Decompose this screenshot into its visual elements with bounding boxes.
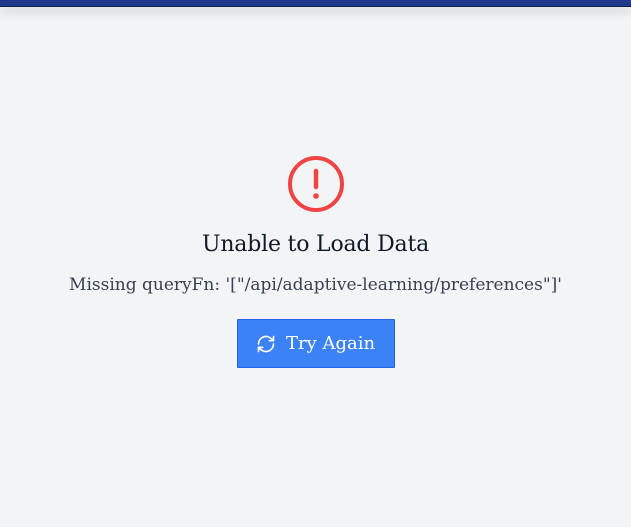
refresh-icon (257, 335, 275, 352)
top-bar (0, 0, 631, 7)
error-message: Missing queryFn: '["/api/adaptive-learni… (69, 275, 562, 295)
alert-circle-icon (287, 156, 344, 212)
try-again-label: Try Again (285, 333, 376, 354)
error-title: Unable to Load Data (202, 232, 429, 257)
try-again-button[interactable]: Try Again (236, 319, 395, 368)
error-panel: Unable to Load Data Missing queryFn: '["… (0, 155, 631, 368)
page: Unable to Load Data Missing queryFn: '["… (0, 0, 631, 527)
